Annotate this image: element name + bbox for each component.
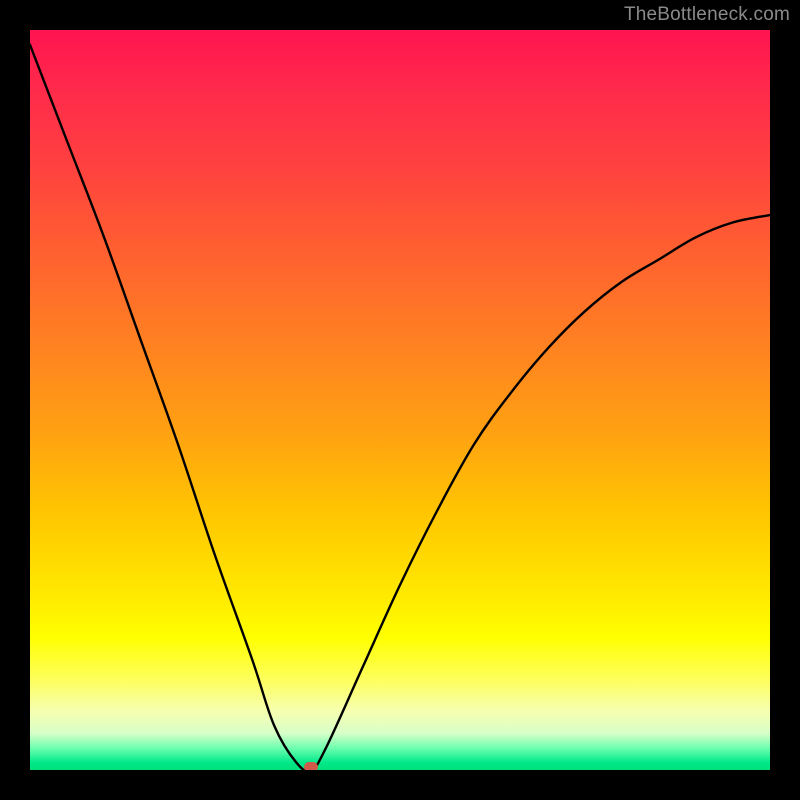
bottleneck-curve <box>30 45 770 770</box>
curve-layer <box>30 30 770 770</box>
plot-area <box>30 30 770 770</box>
minimum-marker <box>304 762 318 770</box>
chart-stage: TheBottleneck.com <box>0 0 800 800</box>
attribution-label: TheBottleneck.com <box>624 4 790 26</box>
